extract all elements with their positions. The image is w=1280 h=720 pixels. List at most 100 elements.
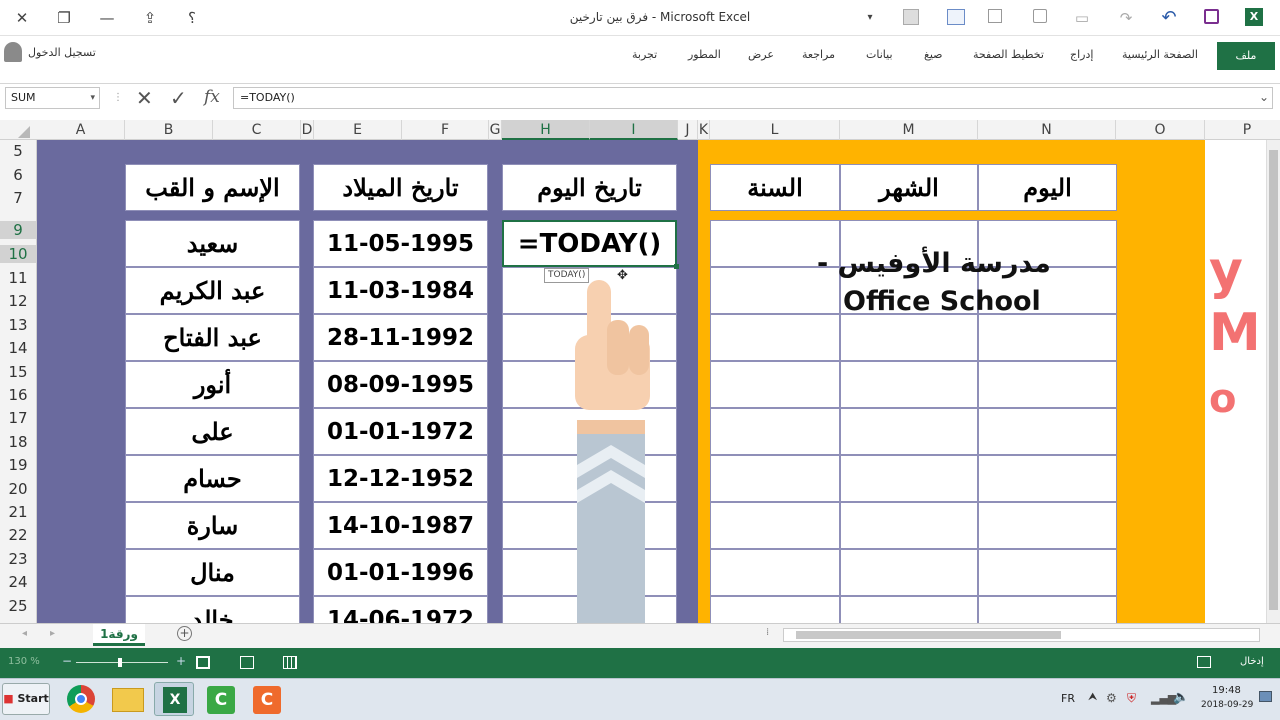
- chrome-app-icon[interactable]: [61, 682, 101, 716]
- day-cell[interactable]: [978, 314, 1117, 361]
- minimize-window-button[interactable]: —: [95, 6, 119, 30]
- zoom-in-icon[interactable]: +: [176, 654, 186, 668]
- worksheet-grid[interactable]: yMo الإسم و القب تاريخ الميلاد تاريخ الي…: [37, 140, 1280, 623]
- help-button[interactable]: ؟: [180, 6, 204, 30]
- row-header[interactable]: 23: [0, 550, 36, 568]
- row-header[interactable]: 24: [0, 573, 36, 591]
- tab-developer[interactable]: المطور: [688, 48, 721, 61]
- name-cell[interactable]: خالد: [125, 596, 300, 623]
- show-desktop-icon[interactable]: [1259, 691, 1272, 702]
- tray-expand-icon[interactable]: ⮝: [1088, 690, 1097, 704]
- macro-record-icon[interactable]: [1197, 656, 1211, 668]
- page-break-view-icon[interactable]: [196, 656, 210, 669]
- year-cell[interactable]: [710, 314, 840, 361]
- tab-insert[interactable]: إدراج: [1070, 48, 1093, 61]
- tray-security-icon[interactable]: ⛨: [1127, 691, 1136, 706]
- name-cell[interactable]: سارة: [125, 502, 300, 549]
- month-cell[interactable]: [840, 408, 978, 455]
- start-button[interactable]: ■ Start: [2, 683, 50, 715]
- name-cell[interactable]: على: [125, 408, 300, 455]
- row-header[interactable]: 15: [0, 363, 36, 381]
- horizontal-scroll-thumb[interactable]: [796, 631, 1061, 639]
- row-header[interactable]: 9: [0, 221, 36, 239]
- header-today-date[interactable]: تاريخ اليوم: [502, 164, 677, 211]
- name-cell[interactable]: عبد الفتاح: [125, 314, 300, 361]
- split-handle-icon[interactable]: ⁞: [766, 627, 769, 638]
- name-box[interactable]: SUM ▾: [5, 87, 100, 109]
- prev-sheet-icon[interactable]: ◂: [22, 628, 27, 639]
- clock-time[interactable]: 19:48: [1212, 685, 1241, 696]
- copy-icon[interactable]: [988, 9, 1002, 23]
- header-birth-date[interactable]: تاريخ الميلاد: [313, 164, 488, 211]
- vertical-scroll-thumb[interactable]: [1269, 150, 1278, 610]
- tab-home[interactable]: الصفحة الرئيسية: [1122, 48, 1198, 61]
- birth-date-cell[interactable]: 08-09-1995: [313, 361, 488, 408]
- day-cell[interactable]: [978, 596, 1117, 623]
- zoom-out-icon[interactable]: −: [62, 654, 72, 668]
- enter-icon[interactable]: ✓: [170, 86, 187, 110]
- row-header[interactable]: 18: [0, 433, 36, 451]
- row-header[interactable]: 17: [0, 409, 36, 427]
- col-header-l[interactable]: L: [710, 120, 840, 140]
- row-header[interactable]: 14: [0, 339, 36, 357]
- col-header-c[interactable]: C: [213, 120, 301, 140]
- col-header-b[interactable]: B: [125, 120, 213, 140]
- col-header-d[interactable]: D: [301, 120, 314, 140]
- year-cell[interactable]: [710, 455, 840, 502]
- next-sheet-icon[interactable]: ▸: [50, 628, 55, 639]
- day-cell[interactable]: [978, 408, 1117, 455]
- birth-date-cell[interactable]: 28-11-1992: [313, 314, 488, 361]
- birth-date-cell[interactable]: 12-12-1952: [313, 455, 488, 502]
- name-cell[interactable]: سعيد: [125, 220, 300, 267]
- col-header-f[interactable]: F: [402, 120, 489, 140]
- row-header[interactable]: 22: [0, 526, 36, 544]
- page-layout-view-icon[interactable]: [240, 656, 254, 669]
- header-month[interactable]: الشهر: [840, 164, 978, 211]
- formula-input[interactable]: =TODAY(): [233, 87, 1273, 109]
- birth-date-cell[interactable]: 11-05-1995: [313, 220, 488, 267]
- month-cell[interactable]: [840, 596, 978, 623]
- row-header[interactable]: 25: [0, 597, 36, 615]
- tab-review[interactable]: مراجعة: [802, 48, 835, 61]
- tab-test[interactable]: تجربة: [632, 48, 657, 61]
- tab-data[interactable]: بيانات: [866, 48, 893, 61]
- col-header-j[interactable]: J: [678, 120, 698, 140]
- month-cell[interactable]: [840, 455, 978, 502]
- customize-qat-icon[interactable]: ▾: [858, 6, 882, 30]
- day-cell[interactable]: [978, 455, 1117, 502]
- volume-icon[interactable]: 🔈: [1173, 690, 1189, 705]
- close-window-button[interactable]: ✕: [10, 6, 34, 30]
- normal-view-icon[interactable]: [283, 656, 297, 669]
- undo-icon[interactable]: ↶: [1157, 6, 1181, 30]
- zoom-level[interactable]: 130 %: [8, 656, 40, 667]
- birth-date-cell[interactable]: 01-01-1972: [313, 408, 488, 455]
- sheet-tab-1[interactable]: ورقة1: [93, 624, 145, 646]
- row-header[interactable]: 12: [0, 292, 36, 310]
- format-icon[interactable]: [1033, 9, 1047, 23]
- year-cell[interactable]: [710, 596, 840, 623]
- active-cell-h9[interactable]: =TODAY(): [502, 220, 677, 267]
- day-cell[interactable]: [978, 361, 1117, 408]
- name-cell[interactable]: منال: [125, 549, 300, 596]
- cancel-icon[interactable]: ✕: [136, 86, 153, 110]
- year-cell[interactable]: [710, 408, 840, 455]
- name-cell[interactable]: عبد الكريم: [125, 267, 300, 314]
- col-header-m[interactable]: M: [840, 120, 978, 140]
- col-header-a[interactable]: A: [37, 120, 125, 140]
- row-header[interactable]: 10: [0, 245, 36, 263]
- header-day[interactable]: اليوم: [978, 164, 1117, 211]
- camtasia-recorder-icon[interactable]: C: [201, 682, 241, 716]
- row-header[interactable]: 5: [0, 142, 36, 160]
- col-header-p[interactable]: P: [1205, 120, 1280, 140]
- col-header-i[interactable]: I: [590, 120, 678, 140]
- borders-icon[interactable]: [903, 9, 919, 25]
- col-header-o[interactable]: O: [1116, 120, 1205, 140]
- camtasia-studio-icon[interactable]: C: [247, 682, 287, 716]
- col-header-k[interactable]: K: [698, 120, 710, 140]
- row-header[interactable]: 6: [0, 166, 36, 184]
- row-header[interactable]: 19: [0, 456, 36, 474]
- row-header[interactable]: 16: [0, 386, 36, 404]
- tray-app-icon[interactable]: ⚙: [1106, 691, 1117, 705]
- col-header-e[interactable]: E: [314, 120, 402, 140]
- add-sheet-icon[interactable]: +: [177, 626, 192, 641]
